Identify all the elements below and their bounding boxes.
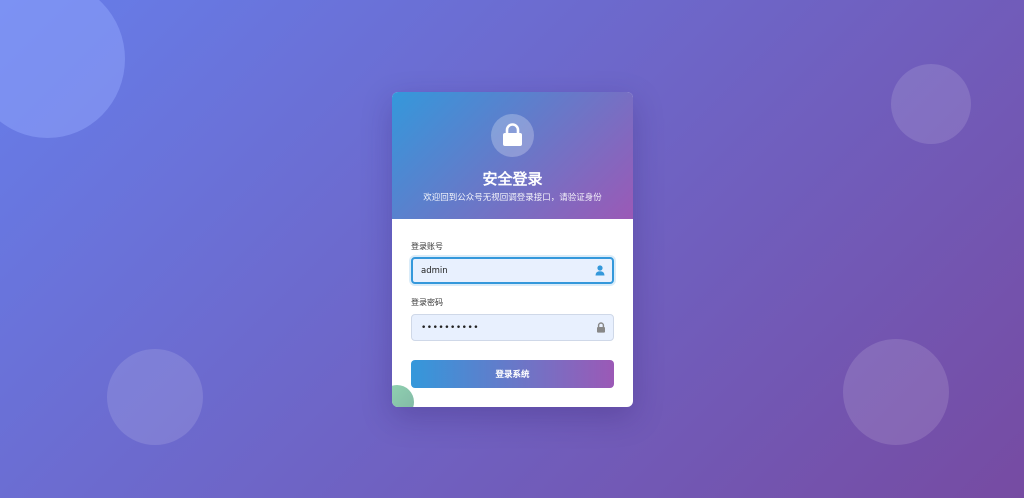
- decorative-bubble: [891, 64, 971, 144]
- decorative-bubble: [0, 0, 125, 138]
- lock-icon: [597, 322, 605, 333]
- page-subtitle: 欢迎回到公众号无视回调登录接口，请验证身份: [423, 193, 602, 203]
- password-label: 登录密码: [411, 298, 443, 307]
- login-card-header: 安全登录 欢迎回到公众号无视回调登录接口，请验证身份: [392, 92, 633, 219]
- page-title: 安全登录: [482, 170, 543, 188]
- username-input[interactable]: [421, 259, 581, 282]
- decorative-bubble: [107, 349, 203, 445]
- decorative-blob: [392, 385, 414, 407]
- password-input[interactable]: [421, 315, 581, 340]
- username-field: [411, 257, 614, 284]
- user-icon: [595, 265, 605, 276]
- password-field: [411, 314, 614, 341]
- header-lock-badge: [491, 114, 534, 157]
- login-button[interactable]: 登录系统: [411, 360, 614, 388]
- decorative-bubble: [843, 339, 949, 445]
- login-card: 安全登录 欢迎回到公众号无视回调登录接口，请验证身份 登录账号 登录密码 登录系…: [392, 92, 633, 407]
- lock-icon: [503, 123, 522, 146]
- username-label: 登录账号: [411, 242, 443, 251]
